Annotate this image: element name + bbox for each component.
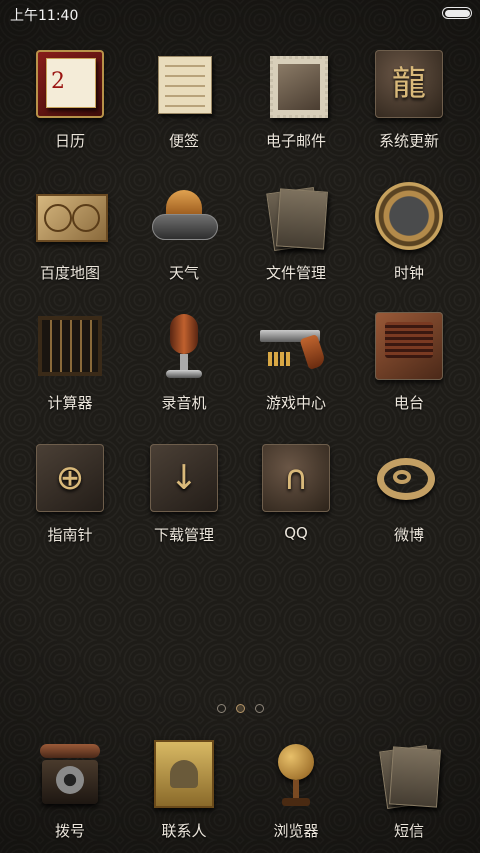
app-label: 下载管理 bbox=[153, 526, 214, 544]
contacts-book-icon bbox=[146, 736, 222, 812]
app-label: 联系人 bbox=[161, 822, 207, 840]
app-email[interactable]: 电子邮件 bbox=[240, 46, 352, 151]
dragon-plaque-icon: 龍 bbox=[371, 46, 447, 122]
file-folders-icon bbox=[258, 178, 334, 254]
app-baidu-map[interactable]: 百度地图 bbox=[14, 178, 126, 283]
calendar-icon: 2 bbox=[32, 46, 108, 122]
app-label: 计算器 bbox=[47, 394, 93, 412]
app-label: 电台 bbox=[393, 394, 424, 412]
app-compass[interactable]: ⊕ 指南针 bbox=[14, 440, 126, 545]
microphone-icon bbox=[146, 308, 222, 384]
letters-icon bbox=[371, 736, 447, 812]
battery-level bbox=[444, 9, 470, 17]
globe-icon bbox=[258, 736, 334, 812]
sun-cloud-icon bbox=[146, 178, 222, 254]
rotary-phone-icon bbox=[32, 736, 108, 812]
app-weibo[interactable]: 微博 bbox=[353, 440, 465, 545]
app-label: 微博 bbox=[393, 526, 424, 544]
page-dot[interactable] bbox=[216, 704, 226, 713]
page-dot-current[interactable] bbox=[235, 704, 245, 713]
status-time: 上午11:40 bbox=[10, 8, 79, 24]
app-notes[interactable]: 便签 bbox=[128, 46, 240, 151]
app-label: 游戏中心 bbox=[265, 394, 326, 412]
compass-plaque-icon: ⊕ bbox=[32, 440, 108, 516]
app-calendar[interactable]: 2 日历 bbox=[14, 46, 126, 151]
app-recorder[interactable]: 录音机 bbox=[128, 308, 240, 413]
page-indicator bbox=[0, 698, 480, 717]
stamp-mail-icon bbox=[258, 46, 334, 122]
app-label: 录音机 bbox=[161, 394, 207, 412]
notepad-icon bbox=[146, 46, 222, 122]
ornate-clock-icon bbox=[371, 178, 447, 254]
app-radio[interactable]: 电台 bbox=[353, 308, 465, 413]
world-map-icon bbox=[32, 178, 108, 254]
app-file-manager[interactable]: 文件管理 bbox=[240, 178, 352, 283]
app-download-manager[interactable]: ↓ 下载管理 bbox=[128, 440, 240, 545]
calendar-date: 2 bbox=[51, 69, 65, 94]
app-weather[interactable]: 天气 bbox=[128, 178, 240, 283]
vintage-radio-icon bbox=[371, 308, 447, 384]
battery-icon bbox=[442, 7, 472, 19]
app-label: 指南针 bbox=[47, 526, 93, 544]
download-plaque-icon: ↓ bbox=[146, 440, 222, 516]
abacus-icon bbox=[32, 308, 108, 384]
app-label: 天气 bbox=[168, 264, 199, 282]
dock-app-contacts[interactable]: 联系人 bbox=[128, 736, 240, 841]
dock-app-phone[interactable]: 拨号 bbox=[14, 736, 126, 841]
app-label: 时钟 bbox=[393, 264, 424, 282]
app-qq[interactable]: ∩ QQ bbox=[240, 440, 352, 542]
app-calculator[interactable]: 计算器 bbox=[14, 308, 126, 413]
app-label: QQ bbox=[284, 524, 308, 542]
app-system-update[interactable]: 龍 系统更新 bbox=[353, 46, 465, 151]
app-label: 便签 bbox=[168, 132, 199, 150]
app-label: 短信 bbox=[393, 822, 424, 840]
app-label: 系统更新 bbox=[378, 132, 439, 150]
dock-app-messages[interactable]: 短信 bbox=[353, 736, 465, 841]
qq-penguin-icon: ∩ bbox=[258, 440, 334, 516]
page-dot[interactable] bbox=[254, 704, 264, 713]
dock-app-browser[interactable]: 浏览器 bbox=[240, 736, 352, 841]
app-label: 文件管理 bbox=[265, 264, 326, 282]
app-label: 电子邮件 bbox=[265, 132, 326, 150]
app-label: 拨号 bbox=[54, 822, 85, 840]
revolver-icon bbox=[258, 308, 334, 384]
weibo-icon bbox=[371, 440, 447, 516]
status-bar: 上午11:40 bbox=[0, 0, 480, 28]
dock: 拨号 联系人 浏览器 短信 bbox=[0, 736, 480, 853]
app-clock[interactable]: 时钟 bbox=[353, 178, 465, 283]
app-game-center[interactable]: 游戏中心 bbox=[240, 308, 352, 413]
app-label: 百度地图 bbox=[39, 264, 100, 282]
app-label: 浏览器 bbox=[273, 822, 319, 840]
app-label: 日历 bbox=[54, 132, 85, 150]
